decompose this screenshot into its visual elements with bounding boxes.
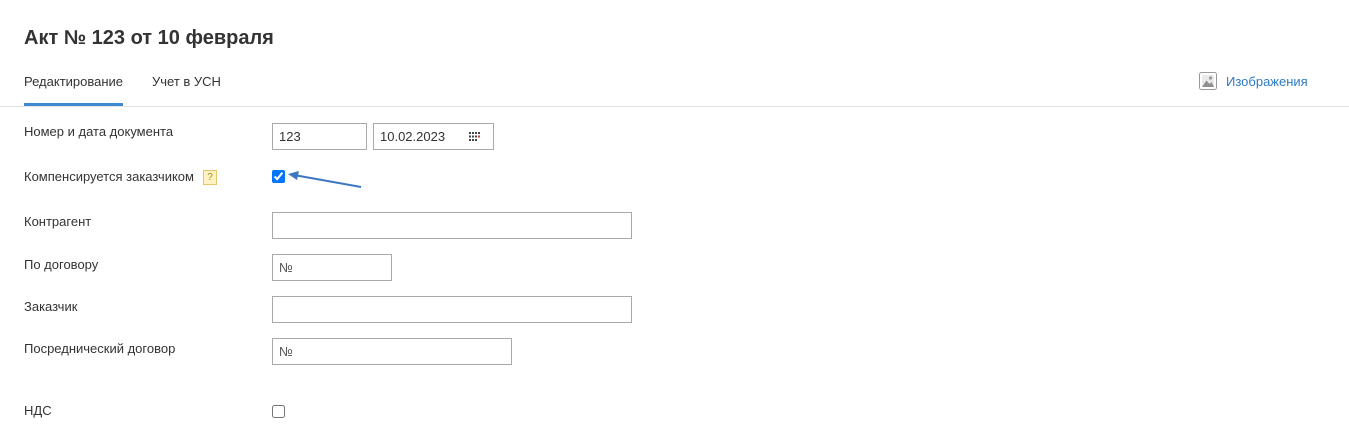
agency-contract-input[interactable] <box>272 338 512 365</box>
agency-contract-label: Посреднический договор <box>24 341 176 356</box>
calendar-icon[interactable] <box>469 132 480 141</box>
compensated-label: Компенсируется заказчиком? <box>24 169 217 185</box>
tab-editing[interactable]: Редактирование <box>24 74 124 106</box>
pointer-arrow-annotation <box>288 171 362 188</box>
doc-number-input[interactable] <box>272 123 367 150</box>
counterparty-label: Контрагент <box>24 214 92 229</box>
customer-input[interactable] <box>272 296 632 323</box>
customer-label: Заказчик <box>24 299 78 314</box>
contract-input[interactable] <box>272 254 392 281</box>
images-link-label: Изображения <box>1226 73 1308 89</box>
help-icon[interactable]: ? <box>202 170 217 185</box>
tab-divider <box>0 106 1349 107</box>
page-title: Акт № 123 от 10 февраля <box>24 27 274 49</box>
counterparty-input[interactable] <box>272 212 632 239</box>
doc-number-date-label: Номер и дата документа <box>24 124 174 139</box>
doc-date-field <box>373 123 494 150</box>
compensated-checkbox[interactable] <box>272 170 285 183</box>
tab-usn-accounting[interactable]: Учет в УСН <box>152 74 221 103</box>
images-link[interactable]: Изображения <box>1199 72 1308 90</box>
vat-checkbox[interactable] <box>272 405 285 418</box>
contract-label: По договору <box>24 257 99 272</box>
vat-label: НДС <box>24 403 52 418</box>
compensated-label-text: Компенсируется заказчиком <box>24 169 194 184</box>
image-icon <box>1199 72 1217 90</box>
